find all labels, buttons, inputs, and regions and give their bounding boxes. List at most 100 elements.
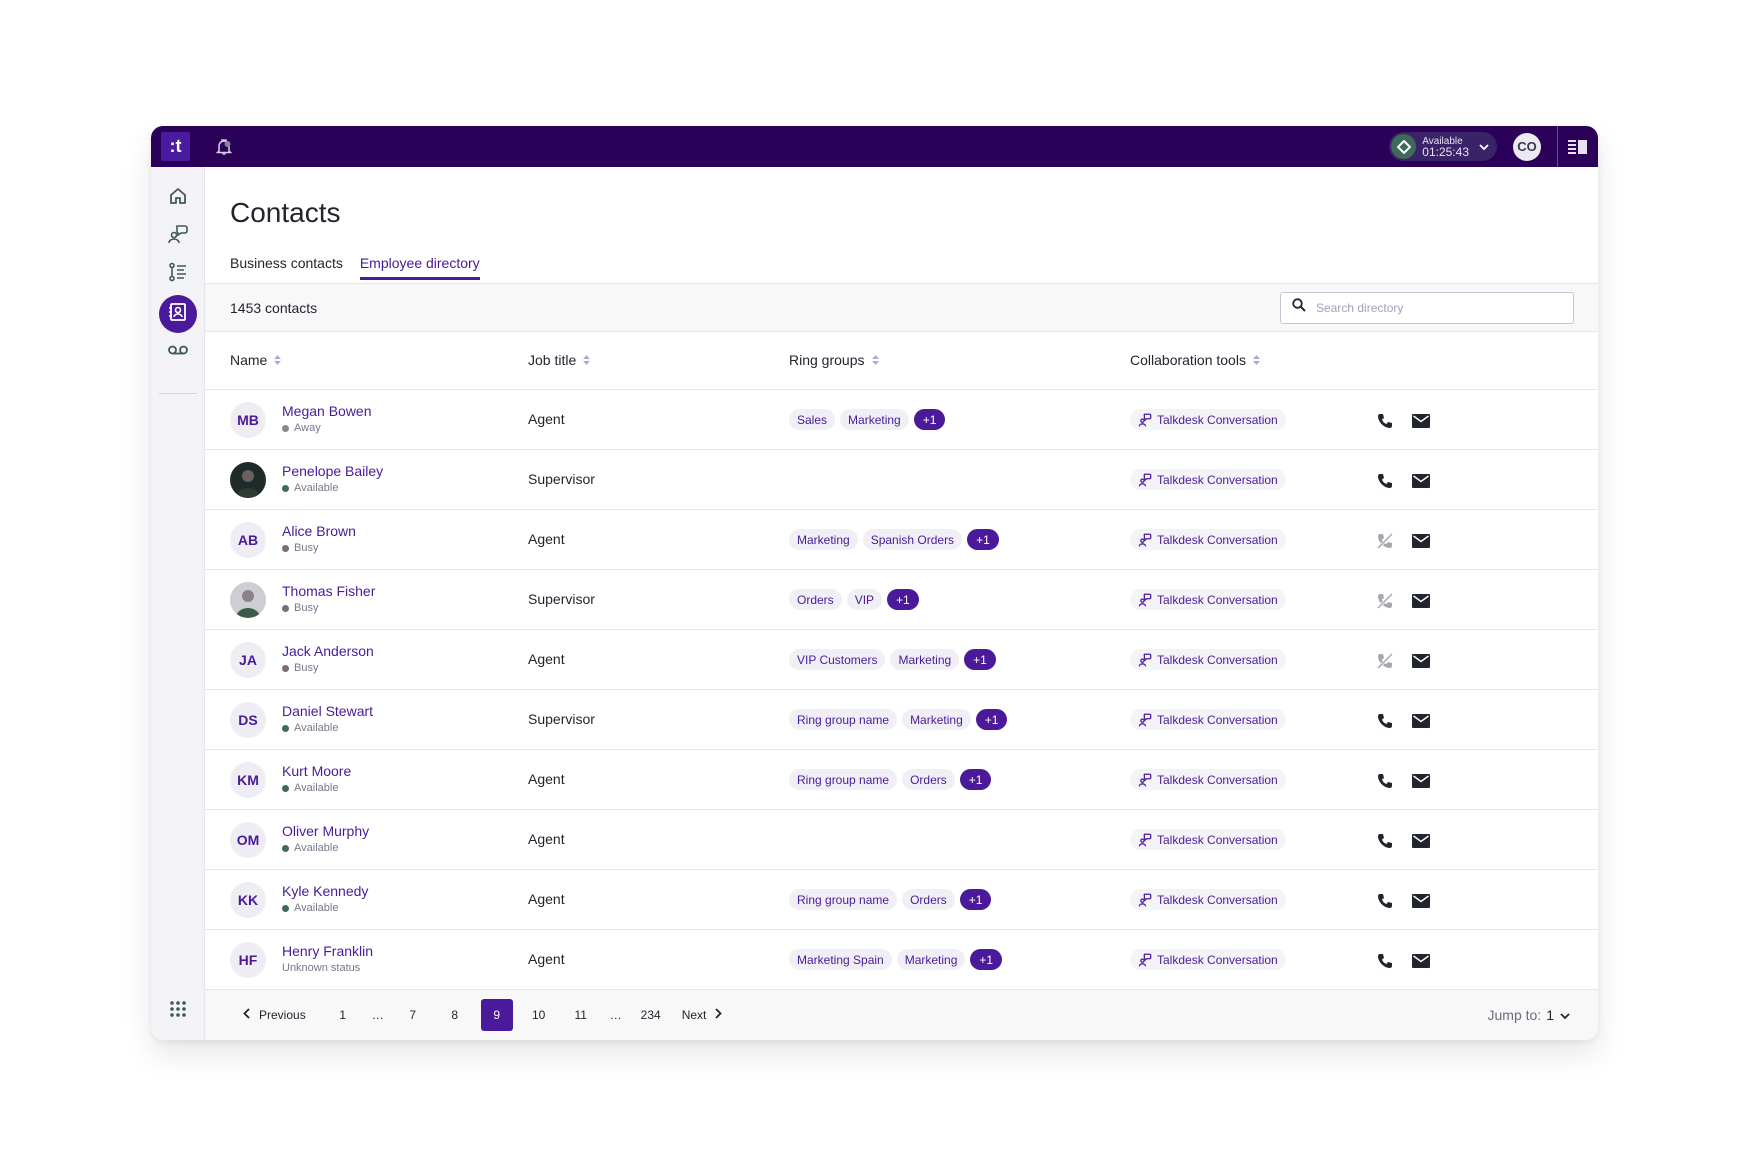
more-ring-groups-badge[interactable]: +1	[967, 529, 999, 550]
ring-group-chip[interactable]: Sales	[789, 409, 836, 430]
email-button[interactable]	[1410, 470, 1432, 492]
ring-group-chip[interactable]: Ring group name	[789, 769, 898, 790]
more-ring-groups-badge[interactable]: +1	[959, 889, 992, 910]
collaboration-tool-chip[interactable]: Talkdesk Conversation	[1130, 409, 1286, 430]
user-avatar[interactable]: CO	[1513, 132, 1541, 161]
sidebar-item-home[interactable]	[159, 179, 197, 217]
collaboration-tool-chip[interactable]: Talkdesk Conversation	[1130, 469, 1286, 490]
ring-group-chip[interactable]: Marketing	[789, 529, 858, 550]
table-row[interactable]: JA Jack Anderson Busy Agent VIP Customer…	[205, 630, 1598, 690]
ring-group-chip[interactable]: Orders	[902, 769, 955, 790]
ring-group-chip[interactable]: Orders	[789, 589, 842, 610]
current-page-button[interactable]: 9	[480, 999, 513, 1031]
collaboration-tool-chip[interactable]: Talkdesk Conversation	[1130, 709, 1286, 730]
next-page-button[interactable]: Next	[676, 999, 729, 1031]
email-button[interactable]	[1410, 890, 1432, 912]
call-button[interactable]	[1374, 950, 1396, 972]
more-ring-groups-badge[interactable]: +1	[959, 769, 992, 790]
email-button[interactable]	[1410, 950, 1432, 972]
more-ring-groups-badge[interactable]: +1	[964, 649, 996, 670]
table-row[interactable]: OM Oliver Murphy Available Agent Talkdes…	[205, 810, 1598, 870]
collaboration-tool-chip[interactable]: Talkdesk Conversation	[1130, 589, 1286, 610]
jump-to-page-dropdown[interactable]: Jump to: 1	[1488, 1007, 1571, 1023]
email-button[interactable]	[1410, 710, 1432, 732]
search-field[interactable]	[1280, 291, 1574, 324]
ring-group-chip[interactable]: Ring group name	[789, 709, 898, 730]
table-row[interactable]: MB Megan Bowen Away Agent Sales Marketing…	[205, 390, 1598, 450]
page-button[interactable]: 7	[397, 999, 429, 1031]
column-header-ring-groups[interactable]: Ring groups	[789, 352, 879, 368]
call-button[interactable]	[1374, 410, 1396, 432]
tab-business-contacts[interactable]: Business contacts	[230, 255, 343, 280]
table-row[interactable]: KM Kurt Moore Available Agent Ring group…	[205, 750, 1598, 810]
table-row[interactable]: DS Daniel Stewart Available Supervisor R…	[205, 690, 1598, 750]
ring-group-chip[interactable]: Marketing	[902, 709, 971, 730]
collaboration-tool-chip[interactable]: Talkdesk Conversation	[1130, 829, 1286, 850]
column-header-job-title[interactable]: Job title	[528, 352, 591, 368]
contact-name-link[interactable]: Kurt Moore	[282, 763, 351, 779]
page-button[interactable]: 1	[327, 999, 359, 1031]
table-row[interactable]: Penelope Bailey Available Supervisor Tal…	[205, 450, 1598, 510]
table-row[interactable]: KK Kyle Kennedy Available Agent Ring gro…	[205, 870, 1598, 930]
ring-group-chip[interactable]: VIP Customers	[789, 649, 886, 670]
table-row[interactable]: AB Alice Brown Busy Agent Marketing Spani…	[205, 510, 1598, 570]
page-button[interactable]: 234	[635, 999, 667, 1031]
sidebar-item-activity[interactable]	[159, 255, 197, 293]
page-button[interactable]: 10	[523, 999, 555, 1031]
ring-group-chip[interactable]: Spanish Orders	[862, 529, 963, 550]
sidebar-item-voicemail[interactable]	[159, 333, 197, 371]
side-panel-toggle-icon[interactable]	[1558, 126, 1598, 167]
sidebar-item-conversations[interactable]	[159, 217, 197, 255]
column-header-name[interactable]: Name	[230, 352, 282, 368]
contact-name-link[interactable]: Jack Anderson	[282, 643, 374, 659]
page-button[interactable]: 11	[565, 999, 597, 1031]
contact-name-link[interactable]: Oliver Murphy	[282, 823, 369, 839]
previous-page-button[interactable]: Previous	[237, 999, 312, 1031]
ring-group-chip[interactable]: Marketing	[890, 649, 960, 670]
contact-name-link[interactable]: Kyle Kennedy	[282, 883, 368, 899]
call-button[interactable]	[1374, 770, 1396, 792]
agent-status-dropdown[interactable]: Available 01:25:43	[1389, 132, 1497, 161]
email-button[interactable]	[1410, 530, 1432, 552]
collaboration-tool-chip[interactable]: Talkdesk Conversation	[1130, 949, 1286, 970]
collaboration-tool-chip[interactable]: Talkdesk Conversation	[1130, 889, 1286, 910]
call-button[interactable]	[1374, 470, 1396, 492]
contact-name-link[interactable]: Thomas Fisher	[282, 583, 375, 599]
more-ring-groups-badge[interactable]: +1	[887, 589, 919, 610]
contact-name-link[interactable]: Daniel Stewart	[282, 703, 373, 719]
more-ring-groups-badge[interactable]: +1	[975, 709, 1008, 730]
email-button[interactable]	[1410, 830, 1432, 852]
call-button[interactable]	[1374, 830, 1396, 852]
apps-grid-icon[interactable]	[159, 990, 197, 1028]
tab-employee-directory[interactable]: Employee directory	[359, 255, 480, 280]
email-button[interactable]	[1410, 410, 1432, 432]
contact-name-link[interactable]: Henry Franklin	[282, 943, 373, 959]
collaboration-tool-chip[interactable]: Talkdesk Conversation	[1130, 649, 1286, 670]
email-button[interactable]	[1410, 650, 1432, 672]
contact-name-link[interactable]: Penelope Bailey	[282, 463, 383, 479]
collaboration-tool-chip[interactable]: Talkdesk Conversation	[1130, 529, 1286, 550]
ring-group-chip[interactable]: Marketing	[840, 409, 909, 430]
contact-name-link[interactable]: Alice Brown	[282, 523, 356, 539]
more-ring-groups-badge[interactable]: +1	[913, 409, 946, 430]
email-button[interactable]	[1410, 590, 1432, 612]
ring-group-chip[interactable]: Orders	[902, 889, 955, 910]
call-button[interactable]	[1374, 890, 1396, 912]
ring-group-chip[interactable]: Ring group name	[789, 889, 898, 910]
talkdesk-logo[interactable]: :t	[161, 132, 190, 161]
call-button[interactable]	[1374, 710, 1396, 732]
ring-group-chip[interactable]: VIP	[846, 589, 883, 610]
table-row[interactable]: Thomas Fisher Busy Supervisor Orders VIP +…	[205, 570, 1598, 630]
ring-group-chip[interactable]: Marketing Spain	[789, 949, 892, 970]
page-button[interactable]: 8	[439, 999, 471, 1031]
notifications-bell-icon[interactable]	[214, 137, 234, 157]
table-row[interactable]: HF Henry Franklin Unknown status Agent M…	[205, 930, 1598, 990]
ring-group-chip[interactable]: Marketing	[896, 949, 966, 970]
search-input[interactable]	[1316, 300, 1556, 315]
sidebar-item-contacts[interactable]	[159, 295, 197, 333]
contact-name-link[interactable]: Megan Bowen	[282, 403, 372, 419]
more-ring-groups-badge[interactable]: +1	[970, 949, 1003, 970]
column-header-collaboration-tools[interactable]: Collaboration tools	[1130, 352, 1260, 368]
email-button[interactable]	[1410, 770, 1432, 792]
collaboration-tool-chip[interactable]: Talkdesk Conversation	[1130, 769, 1286, 790]
